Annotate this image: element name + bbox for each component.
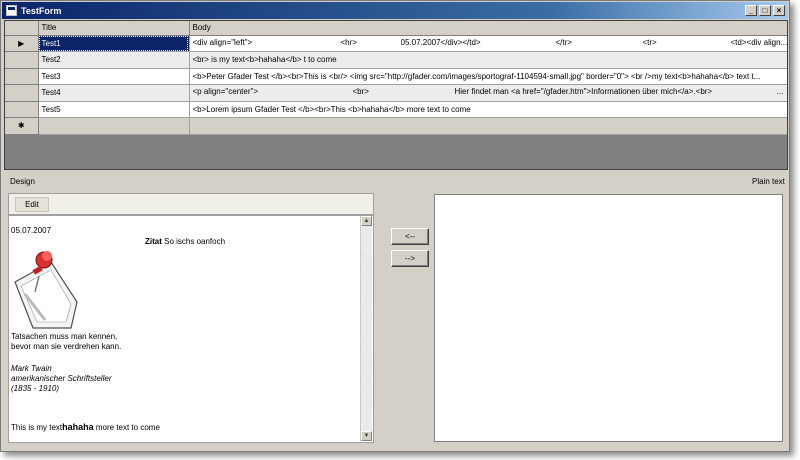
grid-corner [5,21,39,36]
data-grid[interactable]: Title Body ▶ Test1 <div align="left"> <hr… [4,20,788,170]
body-segment: <hr> [340,37,357,47]
cell-title[interactable]: Test3 [38,68,190,85]
new-row-indicator[interactable]: ✱ [5,117,39,135]
author-name: Mark Twain [11,364,52,373]
table-row[interactable]: Test3 <b>Peter Gfader Test </b><br>This … [5,68,787,85]
editor-content[interactable]: 05.07.2007 Zitat So ischs oanfoch Tatsac… [9,220,359,442]
app-icon [6,5,17,16]
body-segment: ... [776,87,784,97]
cell-body[interactable]: <div align="left"> <hr> 05.07.2007</div></… [189,35,788,52]
maximize-button[interactable]: □ [759,5,771,16]
body-segment: <p align="center"> [192,87,259,97]
table-row[interactable]: Test2 <br> is my text<b>hahaha</b> t to … [5,51,787,69]
plain-text-box[interactable] [434,194,783,442]
row-indicator-current[interactable]: ▶ [5,35,39,52]
cell-title[interactable]: Test5 [38,101,190,118]
cell-title-new[interactable] [38,117,190,135]
date-text: 05.07.2007 [11,226,52,235]
scroll-up-icon[interactable]: ▲ [361,216,372,226]
window-title: TestForm [21,5,62,16]
editor-scrollbar[interactable]: ▲ ▼ [360,216,372,441]
body-text-suffix: more text to come [93,423,160,432]
editor-toolbar: Edit [9,194,373,216]
new-row[interactable]: ✱ [5,117,787,135]
body-text: This is my texthahaha more text to come [11,422,160,432]
body-segment: <br> [352,87,369,97]
body-text-bold: hahaha [62,422,94,432]
row-header[interactable] [5,84,39,102]
cell-title[interactable]: Test4 [38,84,190,102]
cell-body[interactable]: <p align="center"> <br> Hier findet man <a… [189,84,787,102]
to-plain-button[interactable]: --> [391,250,429,267]
author-desc: amerikanischer Schriftsteller [11,374,112,383]
quote-line-1: Tatsachen muss man kennen, [11,332,118,341]
table-row[interactable]: ▶ Test1 <div align="left"> <hr> 05.07.2007… [5,35,788,52]
zitat-heading: Zitat So ischs oanfoch [145,237,225,246]
close-button[interactable]: × [773,5,785,16]
row-header[interactable] [5,101,39,118]
table-row[interactable]: Test4 <p align="center"> <br> Hier findet … [5,84,787,102]
row-header[interactable] [5,68,39,85]
body-segment: 05.07.2007</div></td> [400,37,481,47]
column-header-title[interactable]: Title [38,21,190,36]
to-design-button[interactable]: <-- [391,228,429,245]
cell-title[interactable]: Test2 [38,51,190,69]
cell-title[interactable]: Test1 [38,35,190,52]
design-label: Design [10,177,35,186]
body-segment: Hier findet man <a href="/gfader.htm">In… [454,87,713,97]
body-segment: <td><div align... [730,37,788,47]
scroll-down-icon[interactable]: ▼ [361,431,372,441]
minimize-button[interactable]: _ [745,5,757,16]
column-header-body[interactable]: Body [189,21,787,36]
zitat-bold: Zitat [145,237,162,246]
body-segment: <div align="left"> [192,37,253,47]
quote-line-2: bevor man sie verdrehen kann. [11,342,122,351]
cell-body[interactable]: <b>Peter Gfader Test </b><br>This is <br… [189,68,787,85]
edit-menu-button[interactable]: Edit [15,197,49,212]
body-segment: </tr> [555,37,572,47]
body-text-prefix: This is my text [11,423,63,432]
body-segment: <tr> [642,37,657,47]
plain-text-label: Plain text [752,177,785,186]
testform-window: TestForm _ □ × Title Body ▶ Test1 <div a… [0,0,790,452]
title-bar: TestForm _ □ × [2,2,788,19]
zitat-text: So ischs oanfoch [161,237,226,246]
cell-body-new[interactable] [189,117,787,135]
row-header[interactable] [5,51,39,69]
cell-body[interactable]: <b>Lorem ipsum Gfader Test </b><br>This … [189,101,787,118]
pushpin-note-icon [14,251,78,329]
cell-body[interactable]: <br> is my text<b>hahaha</b> t to come [189,51,787,69]
author-years: (1835 - 1910) [11,384,60,393]
design-editor[interactable]: Edit 05.07.2007 Zitat So ischs oanfoch T… [8,193,374,443]
table-row[interactable]: Test5 <b>Lorem ipsum Gfader Test </b><br… [5,101,787,118]
